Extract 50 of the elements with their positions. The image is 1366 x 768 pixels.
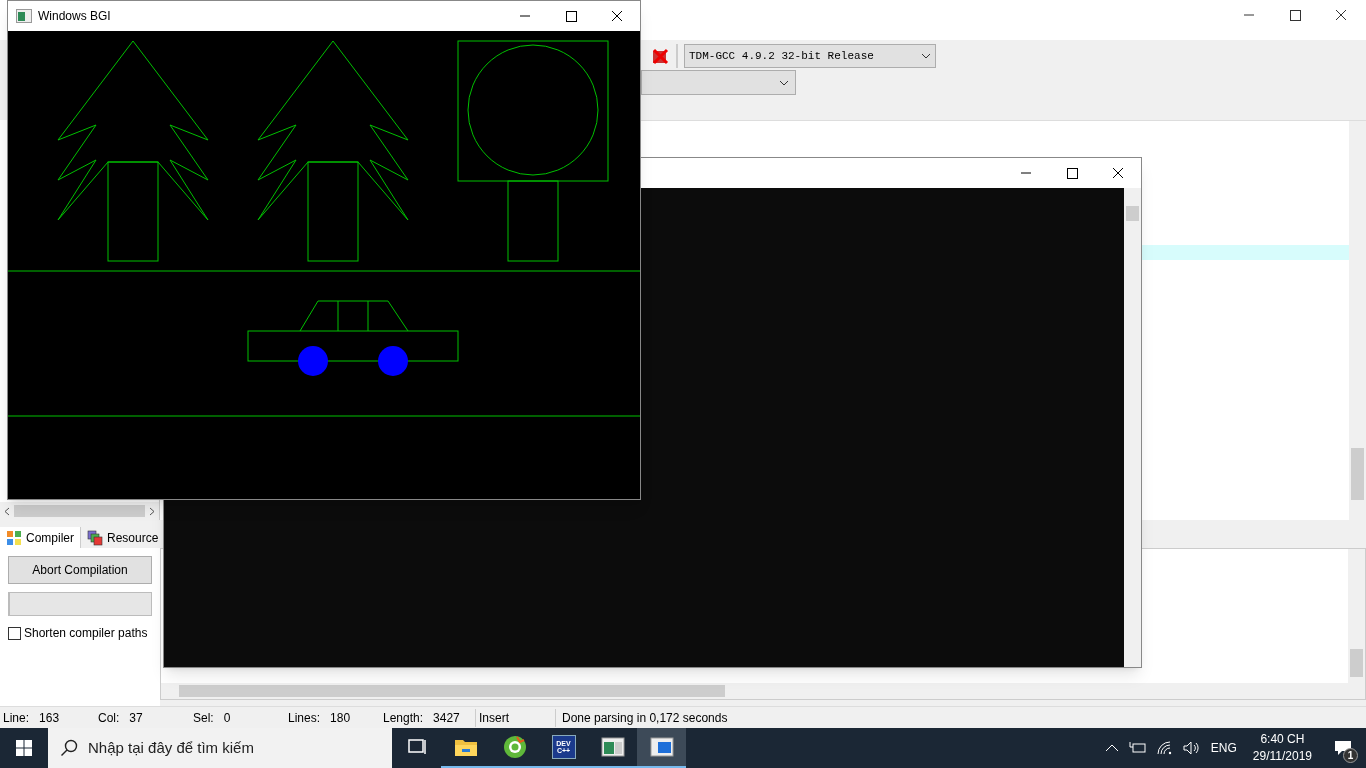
scroll-right-icon <box>149 506 155 516</box>
horizontal-scrollbar[interactable] <box>161 683 1365 699</box>
search-input[interactable]: Nhập tại đây để tìm kiếm <box>88 736 380 760</box>
clock-time: 6:40 CH <box>1260 731 1305 748</box>
clock-date: 29/11/2019 <box>1252 748 1312 765</box>
window-icon <box>649 737 674 757</box>
status-value: 163 <box>39 709 60 727</box>
window-icon <box>600 737 625 757</box>
task-view-icon <box>406 738 427 756</box>
status-label: Length: <box>383 709 424 727</box>
vertical-scrollbar[interactable] <box>1124 188 1141 667</box>
wifi-icon <box>1156 741 1173 755</box>
scroll-left-icon <box>4 506 10 516</box>
speaker-icon <box>1182 741 1201 755</box>
checkbox[interactable] <box>8 626 21 640</box>
language-indicator[interactable]: ENG <box>1210 739 1237 757</box>
chevron-down-icon <box>921 53 931 59</box>
status-label: Line: <box>3 709 30 727</box>
battery-plug-icon <box>1128 741 1147 755</box>
window-title: Windows BGI <box>38 8 111 25</box>
layers-icon <box>87 529 103 546</box>
window-icon <box>16 9 32 23</box>
windows-logo-icon <box>16 740 32 756</box>
grid-icon <box>6 529 22 546</box>
notification-count: 1 <box>1343 748 1358 763</box>
horizontal-scrollbar[interactable] <box>0 502 159 520</box>
checkbox-label: Shorten compiler paths <box>24 625 148 642</box>
search-icon <box>60 739 78 757</box>
chevron-down-icon <box>779 79 789 86</box>
chevron-up-icon <box>1104 744 1119 752</box>
taskbar-app[interactable] <box>637 728 686 768</box>
clock[interactable]: 6:40 CH 29/11/2019 <box>1246 731 1318 765</box>
status-value: Done parsing in 0,172 seconds <box>562 709 728 727</box>
status-label: Col: <box>98 709 120 727</box>
search-field[interactable]: Nhập tại đây để tìm kiếm <box>48 728 392 768</box>
status-label: Lines: <box>288 709 321 727</box>
status-value: 3427 <box>433 709 460 727</box>
status-value: 0 <box>223 709 231 727</box>
compiler-select[interactable]: TDM-GCC 4.9.2 32-bit Release <box>684 44 936 68</box>
browser-icon <box>502 735 527 759</box>
delete-icon[interactable] <box>650 46 670 66</box>
status-label: Sel: <box>193 709 214 727</box>
status-value: 180 <box>330 709 351 727</box>
folder-icon <box>453 737 478 757</box>
status-value: 37 <box>129 709 143 727</box>
abort-compilation-button[interactable]: Abort Compilation <box>8 556 152 584</box>
status-value: Insert <box>479 709 509 727</box>
panel-tab[interactable]: Compiler <box>0 527 81 548</box>
vertical-scrollbar[interactable] <box>1348 549 1365 683</box>
vertical-scrollbar[interactable] <box>1349 121 1366 520</box>
